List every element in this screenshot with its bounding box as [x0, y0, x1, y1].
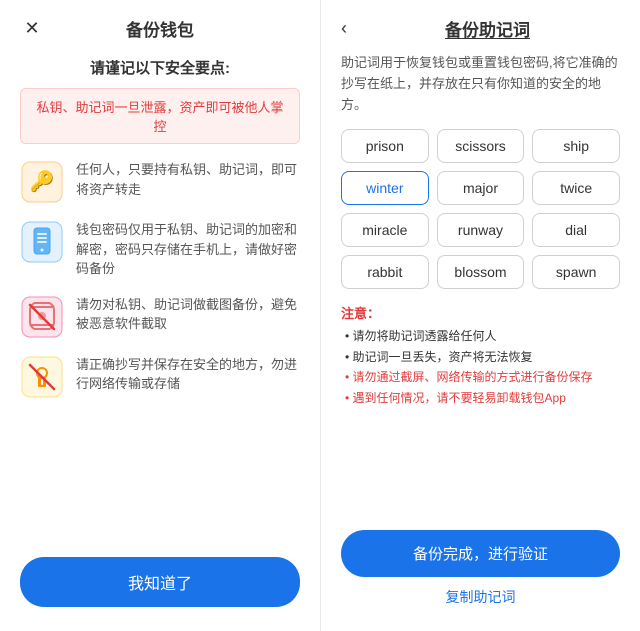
- note-item-1: • 请勿将助记词透露给任何人: [341, 326, 620, 346]
- safety-items-list: 🔑 任何人，只要持有私钥、助记词，即可将资产转走 钱包密码仅用于私钥、助记词的加…: [20, 160, 300, 541]
- safe-icon: [20, 355, 64, 399]
- mnemonic-word-9: dial: [532, 213, 620, 247]
- mnemonic-word-11: blossom: [437, 255, 525, 289]
- left-title: 备份钱包: [126, 16, 194, 41]
- notes-title: 注意：: [341, 303, 620, 322]
- left-panel: ✕ 备份钱包 请谨记以下安全要点: 私钥、助记词一旦泄露，资产即可被他人掌控 🔑…: [0, 0, 320, 631]
- mnemonic-word-6: twice: [532, 171, 620, 205]
- mnemonic-word-2: scissors: [437, 129, 525, 163]
- right-header: ‹ 备份助记词: [341, 16, 620, 41]
- left-header: ✕ 备份钱包: [20, 16, 300, 41]
- screenshot-icon: [20, 295, 64, 339]
- safety-item-screenshot: 请勿对私钥、助记词做截图备份，避免被恶意软件截取: [20, 295, 300, 339]
- safety-item-safe: 请正确抄写并保存在安全的地方，勿进行网络传输或存储: [20, 355, 300, 399]
- phone-icon: [20, 220, 64, 264]
- close-icon[interactable]: ✕: [20, 17, 44, 41]
- i-understand-button[interactable]: 我知道了: [20, 557, 300, 607]
- mnemonic-word-10: rabbit: [341, 255, 429, 289]
- safety-item-safe-text: 请正确抄写并保存在安全的地方，勿进行网络传输或存储: [76, 355, 300, 394]
- safety-item-key-text: 任何人，只要持有私钥、助记词，即可将资产转走: [76, 160, 300, 199]
- notes-section: 注意： • 请勿将助记词透露给任何人• 助记词一旦丢失，资产将无法恢复• 请勿通…: [341, 303, 620, 408]
- note-item-3: • 请勿通过截屏、网络传输的方式进行备份保存: [341, 367, 620, 387]
- back-icon[interactable]: ‹: [341, 18, 347, 39]
- mnemonic-word-7: miracle: [341, 213, 429, 247]
- warning-banner: 私钥、助记词一旦泄露，资产即可被他人掌控: [20, 88, 300, 144]
- key-icon: 🔑: [20, 160, 64, 204]
- mnemonic-word-8: runway: [437, 213, 525, 247]
- right-title: 备份助记词: [355, 16, 620, 41]
- note-item-2: • 助记词一旦丢失，资产将无法恢复: [341, 347, 620, 367]
- note-item-4: • 遇到任何情况，请不要轻易卸载钱包App: [341, 388, 620, 408]
- mnemonic-word-1: prison: [341, 129, 429, 163]
- safety-item-key: 🔑 任何人，只要持有私钥、助记词，即可将资产转走: [20, 160, 300, 204]
- mnemonic-word-4: winter: [341, 171, 429, 205]
- mnemonic-word-grid: prisonscissorsship wintermajortwice miracl…: [341, 129, 620, 289]
- safety-item-password-text: 钱包密码仅用于私钥、助记词的加密和解密，密码只存储在手机上，请做好密码备份: [76, 220, 300, 279]
- warning-text: 私钥、助记词一旦泄露，资产即可被他人掌控: [33, 97, 287, 135]
- mnemonic-word-5: major: [437, 171, 525, 205]
- right-description: 助记词用于恢复钱包或重置钱包密码,将它准确的抄写在纸上，并存放在只有你知道的安全…: [341, 53, 620, 115]
- svg-text:🔑: 🔑: [30, 169, 55, 193]
- copy-mnemonic-link[interactable]: 复制助记词: [341, 587, 620, 607]
- safety-item-screenshot-text: 请勿对私钥、助记词做截图备份，避免被恶意软件截取: [76, 295, 300, 334]
- mnemonic-word-12: spawn: [532, 255, 620, 289]
- verify-backup-button[interactable]: 备份完成，进行验证: [341, 530, 620, 577]
- mnemonic-word-3: ship: [532, 129, 620, 163]
- right-panel: ‹ 备份助记词 助记词用于恢复钱包或重置钱包密码,将它准确的抄写在纸上，并存放在…: [320, 0, 640, 631]
- safety-heading: 请谨记以下安全要点:: [90, 57, 230, 78]
- safety-item-password: 钱包密码仅用于私钥、助记词的加密和解密，密码只存储在手机上，请做好密码备份: [20, 220, 300, 279]
